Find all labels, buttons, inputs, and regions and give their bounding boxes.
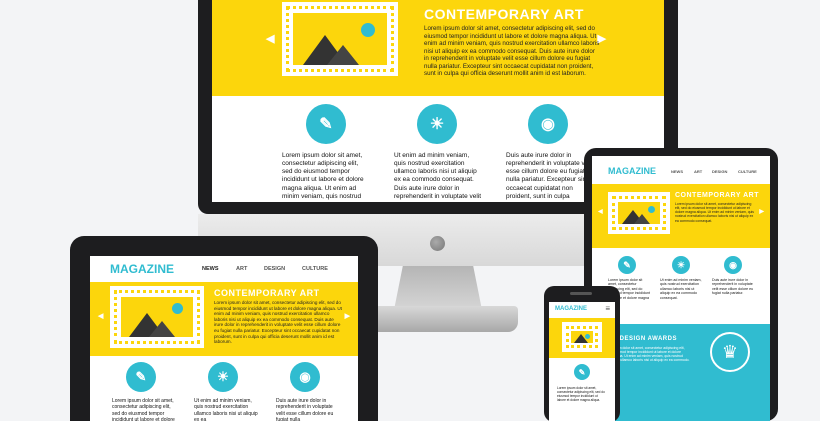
- laptop-nav-culture[interactable]: CULTURE: [302, 266, 328, 272]
- feature-text-2: Ut enim ad minim veniam, quis nostrud ex…: [394, 152, 482, 200]
- eye-icon[interactable]: ◉: [290, 362, 320, 392]
- pencil-icon[interactable]: ✎: [574, 364, 590, 380]
- artwork-image: [110, 286, 204, 348]
- chevron-right-icon[interactable]: ▶: [759, 208, 764, 215]
- pencil-icon[interactable]: ✎: [618, 256, 636, 274]
- laptop-screen: MAGAZINE NEWS ART DESIGN CULTURE ◀ ▶ CON…: [90, 256, 358, 421]
- tablet-hero-text: Lorem ipsum dolor sit amet, consectetur …: [675, 202, 754, 223]
- laptop-hero-text: Lorem ipsum dolor sit amet, consectetur …: [214, 300, 342, 345]
- feature-text-1: Lorem ipsum dolor sit amet, consectetur …: [282, 152, 364, 200]
- laptop-nav: MAGAZINE NEWS ART DESIGN CULTURE: [90, 256, 358, 282]
- laptop-hero: ◀ ▶ CONTEMPORARY ART Lorem ipsum dolor s…: [90, 282, 358, 356]
- tablet-nav-news[interactable]: NEWS: [671, 169, 683, 174]
- tablet-nav-art[interactable]: ART: [694, 169, 702, 174]
- hero-title: CONTEMPORARY ART: [424, 6, 584, 22]
- artwork-image: [608, 192, 670, 234]
- tablet-nav: MAGAZINE NEWS ART DESIGN CULTURE: [592, 156, 770, 184]
- laptop-nav-news[interactable]: NEWS: [202, 266, 219, 272]
- chevron-left-icon[interactable]: ◀: [266, 32, 274, 45]
- phone-logo[interactable]: MAGAZINE: [555, 306, 587, 312]
- chevron-left-icon[interactable]: ◀: [98, 312, 103, 320]
- hamburger-menu-icon[interactable]: ≡: [605, 304, 610, 313]
- trophy-icon: ♛: [710, 332, 750, 372]
- artwork-image: [562, 322, 602, 352]
- eye-icon[interactable]: ◉: [724, 256, 742, 274]
- sun-icon: [361, 23, 375, 37]
- laptop-device: MAGAZINE NEWS ART DESIGN CULTURE ◀ ▶ CON…: [70, 236, 378, 421]
- artwork-image: [282, 2, 398, 76]
- tablet-nav-culture[interactable]: CULTURE: [738, 169, 757, 174]
- tablet-nav-design[interactable]: DESIGN: [712, 169, 727, 174]
- lightbulb-icon[interactable]: ☀: [208, 362, 238, 392]
- pencil-icon[interactable]: ✎: [306, 104, 346, 144]
- phone-text: Lorem ipsum dolor sit amet, consectetur …: [557, 386, 605, 402]
- laptop-feature-text-2: Ut enim ad minim veniam, quis nostrud ex…: [194, 398, 258, 421]
- tablet-hero-title: CONTEMPORARY ART: [675, 192, 759, 199]
- lightbulb-icon[interactable]: ☀: [417, 104, 457, 144]
- laptop-feature-text-1: Lorem ipsum dolor sit amet, consectetur …: [112, 398, 175, 421]
- phone-screen: MAGAZINE ≡ ✎ Lorem ipsum dolor sit amet,…: [549, 302, 615, 421]
- monitor-stand: [394, 266, 482, 310]
- tablet-logo[interactable]: MAGAZINE: [608, 166, 656, 176]
- laptop-feature-text-3: Duis aute irure dolor in reprehenderit i…: [276, 398, 334, 421]
- laptop-nav-design[interactable]: DESIGN: [264, 266, 285, 272]
- tablet-feature-text-3: Duis aute irure dolor in reprehenderit i…: [712, 278, 754, 296]
- phone-device: MAGAZINE ≡ ✎ Lorem ipsum dolor sit amet,…: [544, 286, 620, 421]
- monitor-base: [358, 306, 518, 332]
- hero-text: Lorem ipsum dolor sit amet, consectetur …: [424, 25, 600, 78]
- chevron-left-icon[interactable]: ◀: [598, 208, 603, 215]
- phone-hero: [549, 318, 615, 358]
- laptop-hero-title: CONTEMPORARY ART: [214, 288, 320, 298]
- laptop-nav-art[interactable]: ART: [236, 266, 247, 272]
- chevron-right-icon[interactable]: ▶: [345, 312, 350, 320]
- lightbulb-icon[interactable]: ☀: [672, 256, 690, 274]
- monitor-hero: ◀ ▶ CONTEMPORARY ART Lorem ipsum dolor s…: [212, 0, 664, 96]
- phone-speaker: [570, 292, 592, 295]
- feature-text-3: Duis aute irure dolor in reprehenderit i…: [506, 152, 594, 200]
- tablet-feature-text-2: Ut enim ad minim veniam, quis nostrud ex…: [660, 278, 702, 300]
- tablet-hero: ◀ ▶ CONTEMPORARY ART Lorem ipsum dolor s…: [592, 184, 770, 248]
- eye-icon[interactable]: ◉: [528, 104, 568, 144]
- pencil-icon[interactable]: ✎: [126, 362, 156, 392]
- phone-nav: MAGAZINE ≡: [549, 302, 615, 318]
- power-button[interactable]: [430, 236, 445, 251]
- laptop-logo[interactable]: MAGAZINE: [110, 262, 174, 276]
